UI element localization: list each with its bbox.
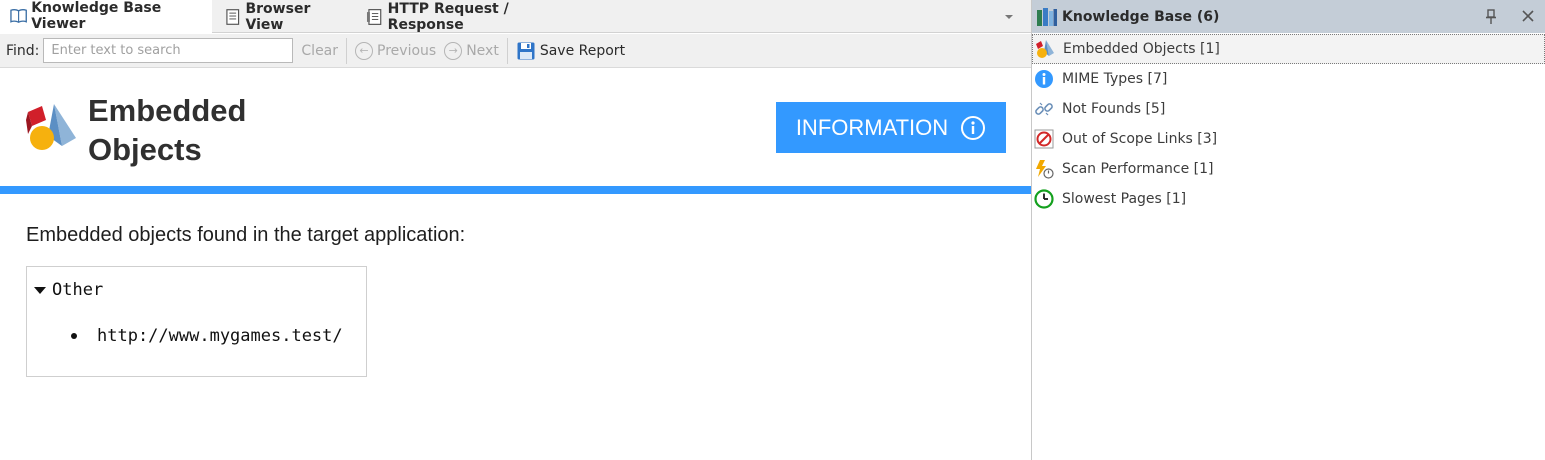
- tab-browser-view[interactable]: Browser View: [214, 0, 350, 33]
- document-icon: [366, 8, 382, 25]
- panel-header: Knowledge Base (6): [1032, 0, 1545, 33]
- info-circle-icon: [961, 115, 986, 140]
- save-report-label: Save Report: [539, 42, 626, 59]
- tab-overflow-dropdown-icon[interactable]: [1004, 12, 1014, 22]
- arrow-right-circle-icon: →: [444, 41, 463, 60]
- page-icon: [226, 8, 240, 25]
- lightning-timer-icon: [1036, 160, 1054, 179]
- embedded-object-url: http://www.mygames.test/: [97, 326, 343, 346]
- knowledge-base-panel: Knowledge Base (6) Embedded Objects [1]: [1032, 0, 1545, 460]
- broken-link-icon: [1035, 102, 1053, 116]
- shapes-icon: [1036, 40, 1054, 58]
- list-item: http://www.mygames.test/: [71, 326, 343, 346]
- kb-item-out-of-scope-links[interactable]: Out of Scope Links [3]: [1032, 124, 1545, 154]
- tab-knowledge-base-viewer[interactable]: Knowledge Base Viewer: [0, 0, 212, 34]
- previous-button[interactable]: ← Previous: [355, 41, 437, 60]
- arrow-left-circle-icon: ←: [355, 41, 374, 60]
- knowledge-base-list: Embedded Objects [1] MIME Types [7] Not …: [1032, 34, 1545, 214]
- document-tab-strip: Knowledge Base Viewer Browser View HTTP …: [0, 0, 1031, 34]
- kb-item-scan-performance[interactable]: Scan Performance [1]: [1032, 154, 1545, 184]
- pin-icon[interactable]: [1484, 9, 1498, 25]
- kb-item-embedded-objects[interactable]: Embedded Objects [1]: [1032, 34, 1545, 64]
- clear-button[interactable]: Clear: [301, 43, 338, 59]
- tab-http-request-response[interactable]: HTTP Request / Response: [356, 0, 586, 33]
- tab-label: Browser View: [245, 0, 311, 33]
- tab-label: HTTP Request / Response: [387, 0, 509, 33]
- page-title-line: Objects: [88, 132, 202, 167]
- find-toolbar: Find: Clear ← Previous → Next Save Repor…: [0, 34, 1031, 68]
- kb-item-not-founds[interactable]: Not Founds [5]: [1032, 94, 1545, 124]
- toolbar-separator: [346, 37, 348, 64]
- prohibited-icon: [1034, 129, 1054, 149]
- find-label: Find:: [6, 42, 40, 59]
- page-title: Embedded Objects: [88, 91, 328, 169]
- header-divider: [0, 186, 1031, 194]
- kb-item-label: Embedded Objects [1]: [1063, 41, 1220, 57]
- page-title-line: Embedded: [88, 93, 247, 128]
- report-content: Embedded Objects INFORMATION Embedded ob…: [0, 69, 1031, 460]
- caret-down-icon: [34, 286, 46, 294]
- kb-item-label: Slowest Pages [1]: [1062, 191, 1187, 207]
- info-circle-icon: [1035, 70, 1053, 88]
- save-disk-icon: [517, 42, 535, 59]
- clock-icon: [1034, 189, 1054, 209]
- kb-item-label: MIME Types [7]: [1062, 71, 1168, 87]
- shapes-icon: [26, 104, 76, 150]
- kb-item-slowest-pages[interactable]: Slowest Pages [1]: [1032, 184, 1545, 214]
- embedded-objects-tree: Other http://www.mygames.test/: [26, 266, 367, 377]
- kb-item-label: Scan Performance [1]: [1062, 161, 1214, 177]
- next-button[interactable]: → Next: [444, 41, 499, 60]
- book-icon: [10, 8, 27, 23]
- books-icon: [1037, 7, 1057, 26]
- severity-badge: INFORMATION: [776, 102, 1006, 153]
- previous-label: Previous: [377, 42, 437, 59]
- tree-group-toggle[interactable]: Other: [34, 280, 103, 300]
- tree-group-label: Other: [52, 280, 104, 300]
- tab-label: Knowledge Base Viewer: [31, 0, 162, 32]
- kb-item-mime-types[interactable]: MIME Types [7]: [1032, 64, 1545, 94]
- save-report-button[interactable]: Save Report: [516, 41, 625, 61]
- kb-item-label: Not Founds [5]: [1062, 101, 1166, 117]
- bullet-icon: [71, 333, 77, 339]
- knowledge-base-viewer-pane: Knowledge Base Viewer Browser View HTTP …: [0, 0, 1032, 460]
- severity-label: INFORMATION: [795, 114, 949, 140]
- close-icon[interactable]: [1520, 8, 1536, 24]
- panel-title: Knowledge Base (6): [1062, 8, 1220, 25]
- next-label: Next: [466, 42, 499, 59]
- toolbar-separator: [506, 37, 508, 64]
- intro-text: Embedded objects found in the target app…: [26, 224, 466, 246]
- kb-item-label: Out of Scope Links [3]: [1062, 131, 1218, 147]
- search-input[interactable]: [43, 38, 294, 63]
